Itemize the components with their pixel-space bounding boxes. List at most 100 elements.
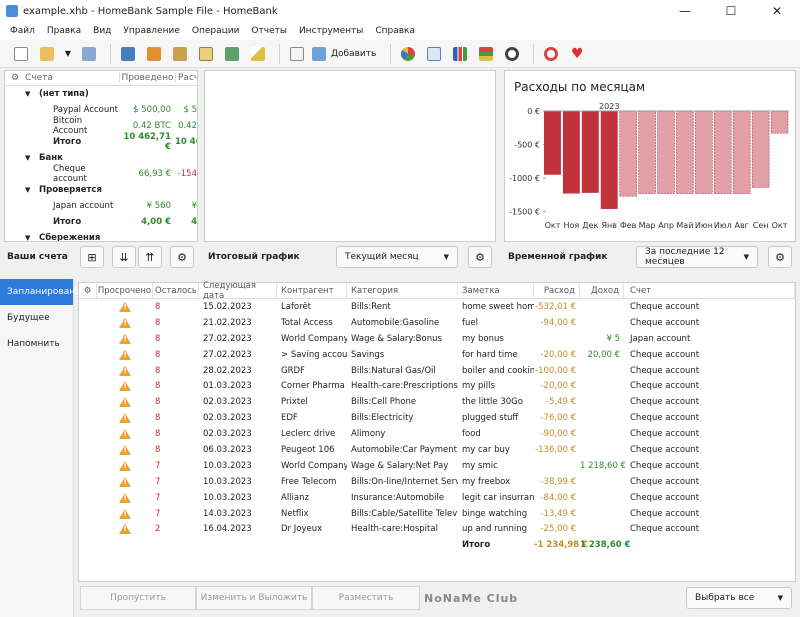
bar[interactable] (638, 110, 656, 194)
bar[interactable] (562, 111, 580, 194)
edit-and-post-button[interactable]: Изменить и Выложить (196, 586, 312, 610)
accounts-col-future[interactable]: Расчи (175, 73, 197, 83)
table-row[interactable]: 2 16.04.2023 Dr Joyeux Health-care:Hospital… (79, 521, 795, 537)
account-total-row[interactable]: Итого 4,00 € 4 (5, 214, 197, 230)
accounts-settings-button[interactable]: ⚙ (170, 246, 194, 268)
table-row[interactable]: 8 02.03.2023 EDF Bills:Electricity plugged s… (79, 410, 795, 426)
account-row[interactable]: Japan account ¥ 560 ¥ (5, 198, 197, 214)
bar[interactable] (657, 110, 675, 194)
col-category[interactable]: Категория (347, 283, 458, 298)
monthly-settings-button[interactable]: ⚙ (768, 246, 792, 268)
select-all-dropdown[interactable]: Выбрать все ▼ (686, 587, 792, 609)
sidebar-item-future[interactable]: Будущее (0, 305, 73, 331)
budget-button[interactable] (195, 43, 217, 65)
bar[interactable] (600, 111, 618, 209)
table-row[interactable]: 8 27.02.2023 > Saving account Savings for ha… (79, 347, 795, 363)
bar[interactable] (619, 110, 637, 197)
sidebar-item-remind[interactable]: Напомнить (0, 331, 73, 357)
table-row[interactable]: 8 15.02.2023 Laforêt Bills:Rent home sweet h… (79, 299, 795, 315)
gear-icon[interactable]: ⚙ (5, 73, 25, 83)
expander-icon[interactable]: ▼ (25, 234, 39, 241)
bar[interactable] (714, 110, 732, 194)
col-next-date[interactable]: Следующая дата (199, 281, 277, 301)
col-memo[interactable]: Заметка (458, 283, 534, 298)
table-row[interactable]: 8 27.02.2023 World Company Wage & Salary:Bo… (79, 331, 795, 347)
payees-button[interactable] (143, 43, 165, 65)
post-button[interactable]: Разместить (312, 586, 420, 610)
menu-file[interactable]: Файл (4, 26, 41, 36)
cell-account: Cheque account (630, 524, 700, 535)
col-late[interactable]: Просрочено (97, 283, 153, 298)
balance-report-button[interactable] (449, 43, 471, 65)
open-file-button[interactable] (36, 43, 58, 65)
table-row[interactable]: 8 02.03.2023 Prixtel Bills:Cell Phone the li… (79, 394, 795, 410)
donate-button[interactable]: ♥ (566, 43, 588, 65)
gear-icon[interactable]: ⚙ (79, 283, 97, 298)
wizard-button[interactable] (247, 43, 269, 65)
menu-manage[interactable]: Управление (117, 26, 185, 36)
open-dropdown-button[interactable]: ▼ (62, 43, 74, 65)
account-group[interactable]: ▼ Проверяется (5, 182, 197, 198)
table-row[interactable]: 7 10.03.2023 World Company Wage & Salary:Ne… (79, 458, 795, 474)
menu-transactions[interactable]: Операции (186, 26, 246, 36)
menu-edit[interactable]: Правка (41, 26, 87, 36)
col-income[interactable]: Доход (580, 283, 624, 298)
bar[interactable] (676, 110, 694, 194)
table-row[interactable]: 7 10.03.2023 Allianz Insurance:Automobile le… (79, 490, 795, 506)
register-button[interactable] (286, 43, 308, 65)
vehicle-cost-button[interactable] (501, 43, 523, 65)
maximize-button[interactable]: ☐ (708, 0, 754, 22)
trend-report-button[interactable] (423, 43, 445, 65)
col-payee[interactable]: Контрагент (277, 283, 347, 298)
account-row[interactable]: Cheque account 66,93 € -154 (5, 164, 197, 184)
skip-button[interactable]: Пропустить (80, 586, 196, 610)
sidebar-item-scheduled[interactable]: Запланировано (0, 279, 81, 305)
table-row[interactable]: 8 21.02.2023 Total Access Automobile:Gasoli… (79, 315, 795, 331)
account-total-row[interactable]: Итого 10 462,71 € 10 462 (5, 132, 197, 152)
bar[interactable] (695, 110, 713, 194)
cell-memo: my bonus (462, 333, 504, 344)
accounts-button[interactable] (117, 43, 139, 65)
table-row[interactable]: 8 06.03.2023 Peugeot 106 Automobile:Car Pay… (79, 442, 795, 458)
account-group[interactable]: ▼ (нет типа) (5, 86, 197, 102)
menu-help[interactable]: Справка (369, 26, 421, 36)
accounts-col-name[interactable]: Счета (25, 73, 119, 83)
new-file-button[interactable] (10, 43, 32, 65)
col-remaining[interactable]: Осталось (153, 283, 199, 298)
sort-asc-button[interactable]: ⇈ (138, 246, 162, 268)
table-row[interactable]: 7 14.03.2023 Netflix Bills:Cable/Satellite … (79, 506, 795, 522)
expander-icon[interactable]: ▼ (25, 186, 39, 194)
accounts-col-cleared[interactable]: Проведено (119, 73, 175, 83)
bar[interactable] (770, 110, 789, 134)
account-group[interactable]: ▼ Сбережения (5, 230, 197, 241)
menu-view[interactable]: Вид (87, 26, 117, 36)
help-button[interactable] (540, 43, 562, 65)
statistics-report-button[interactable] (397, 43, 419, 65)
summary-settings-button[interactable]: ⚙ (468, 246, 492, 268)
table-row[interactable]: 8 01.03.2023 Corner Pharma Health-care:Pres… (79, 378, 795, 394)
monthly-period-dropdown[interactable]: За последние 12 месяцев ▼ (636, 246, 758, 268)
expander-icon[interactable]: ▼ (25, 90, 39, 98)
bar[interactable] (751, 110, 770, 188)
add-transaction-button[interactable]: Добавить (312, 46, 376, 61)
bar[interactable] (732, 110, 751, 194)
table-row[interactable]: 8 02.03.2023 Leclerc drive Alimony food -90,0… (79, 426, 795, 442)
table-row[interactable]: 7 10.03.2023 Free Telecom Bills:On-line/Int… (79, 474, 795, 490)
table-row[interactable]: 8 28.02.2023 GRDF Bills:Natural Gas/Oil boil… (79, 363, 795, 379)
col-account[interactable]: Счет (624, 283, 795, 298)
expander-icon[interactable]: ▼ (25, 154, 39, 162)
bar[interactable] (581, 111, 599, 193)
summary-period-dropdown[interactable]: Текущий месяц ▼ (336, 246, 458, 268)
close-button[interactable]: ✕ (754, 0, 800, 22)
add-account-button[interactable]: ⊞ (80, 246, 104, 268)
budget-report-button[interactable] (475, 43, 497, 65)
assignments-button[interactable] (221, 43, 243, 65)
categories-button[interactable] (169, 43, 191, 65)
save-button[interactable] (78, 43, 100, 65)
minimize-button[interactable]: — (662, 0, 708, 22)
sort-desc-button[interactable]: ⇊ (112, 246, 136, 268)
bar[interactable] (544, 111, 561, 175)
col-expense[interactable]: Расход (534, 283, 580, 298)
menu-reports[interactable]: Отчеты (245, 26, 293, 36)
menu-tools[interactable]: Инструменты (293, 26, 369, 36)
